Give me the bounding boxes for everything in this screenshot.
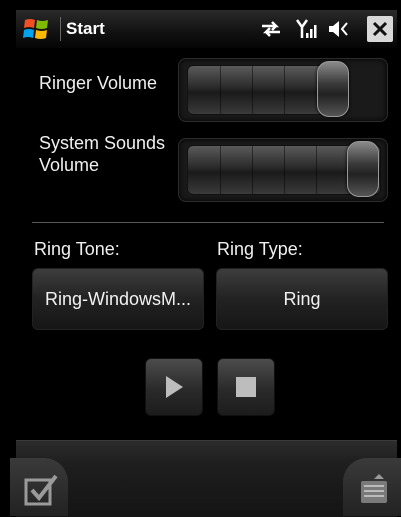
system-sounds-volume-thumb[interactable]	[347, 141, 379, 197]
title-separator	[60, 17, 61, 41]
ring-type-value: Ring	[283, 288, 321, 309]
section-divider	[32, 222, 384, 223]
ring-type-select[interactable]: Ring	[216, 268, 388, 330]
play-icon	[166, 376, 183, 398]
ring-tone-label: Ring Tone:	[34, 239, 120, 259]
ring-type-label: Ring Type:	[217, 239, 303, 259]
connectivity-arrows-icon[interactable]	[260, 20, 282, 38]
stop-button[interactable]	[217, 358, 275, 416]
system-sounds-volume-slider[interactable]	[178, 138, 388, 202]
stop-icon	[236, 377, 256, 397]
close-icon	[372, 21, 388, 37]
ringer-volume-label: Ringer Volume	[39, 73, 158, 93]
signal-strength-icon[interactable]	[295, 18, 318, 40]
checkmark-icon	[24, 474, 58, 506]
windows-logo-icon[interactable]	[22, 16, 50, 42]
ok-softkey[interactable]	[10, 458, 68, 516]
bottom-bar	[16, 440, 397, 517]
ringer-volume-slider[interactable]	[178, 58, 388, 122]
ringer-volume-thumb[interactable]	[317, 61, 349, 117]
system-sounds-volume-label: System Sounds Volume	[39, 133, 166, 175]
ring-tone-select[interactable]: Ring-WindowsM...	[32, 268, 204, 330]
ring-tone-value: Ring-WindowsM...	[44, 288, 192, 309]
speaker-muted-icon[interactable]	[328, 20, 350, 38]
app-title[interactable]: Start	[66, 19, 105, 39]
menu-softkey[interactable]	[343, 458, 401, 516]
menu-icon	[361, 474, 387, 503]
close-button[interactable]	[367, 16, 393, 42]
title-bar: Start	[16, 10, 397, 48]
play-button[interactable]	[145, 358, 203, 416]
